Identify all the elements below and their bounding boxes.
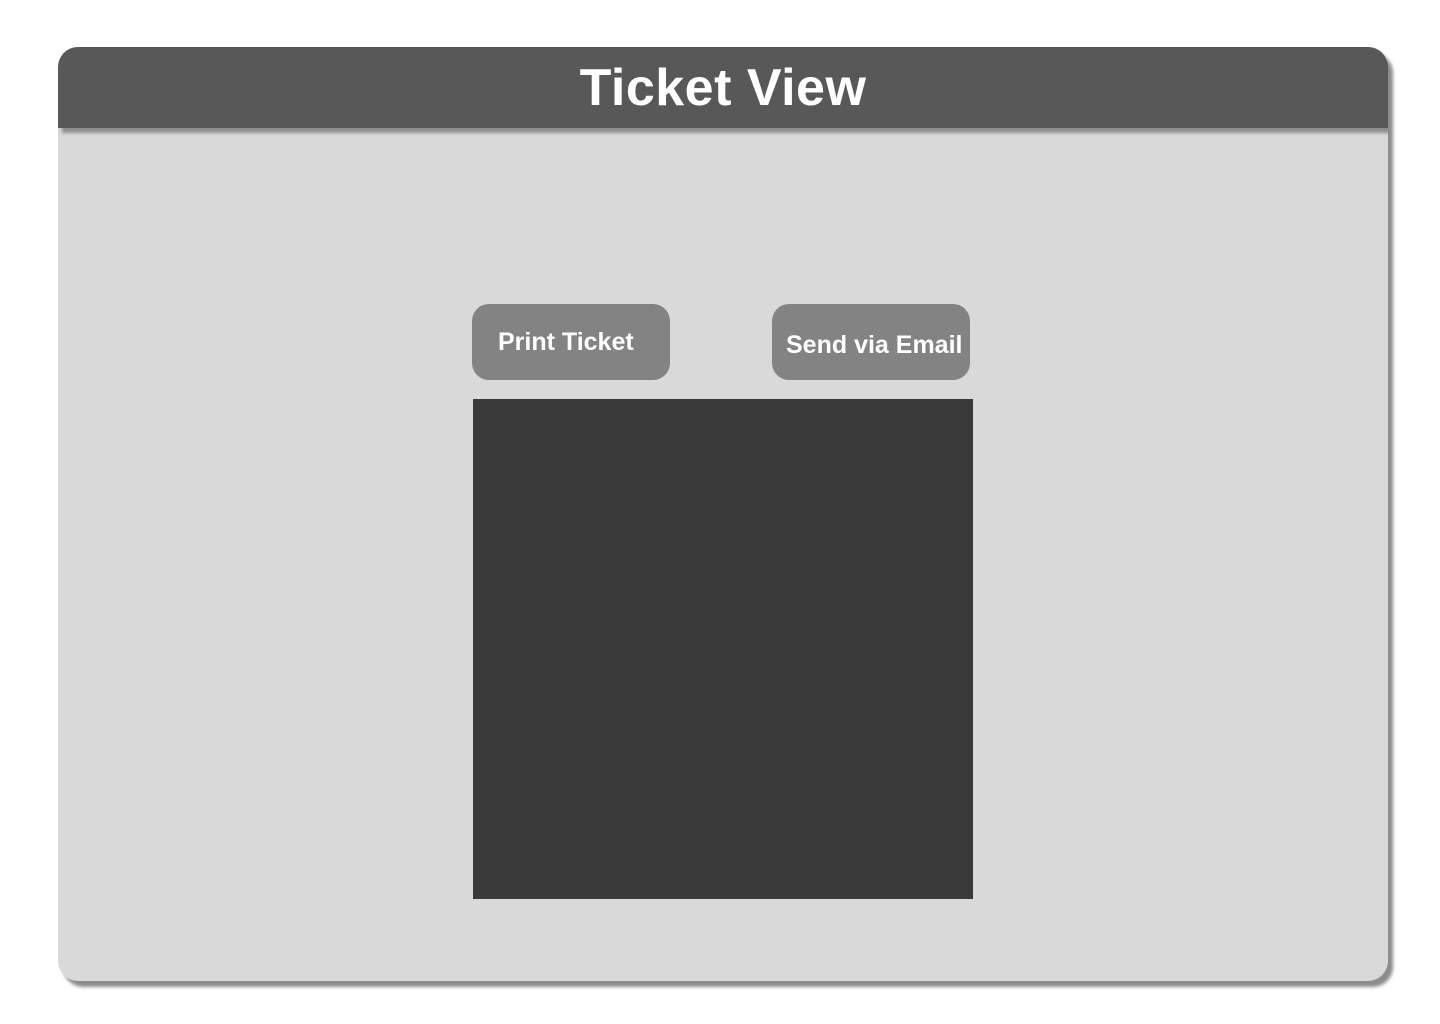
print-ticket-button[interactable]: Print Ticket	[472, 304, 670, 380]
send-via-email-button[interactable]: Send via Email	[772, 304, 970, 380]
title-bar: Ticket View	[58, 47, 1388, 128]
ticket-view-window: Ticket View Print Ticket Send via Email	[58, 47, 1388, 981]
send-via-email-label: Send via Email	[786, 331, 963, 359]
page-title: Ticket View	[579, 59, 867, 117]
print-ticket-label: Print Ticket	[498, 328, 634, 356]
ticket-preview	[473, 399, 973, 899]
